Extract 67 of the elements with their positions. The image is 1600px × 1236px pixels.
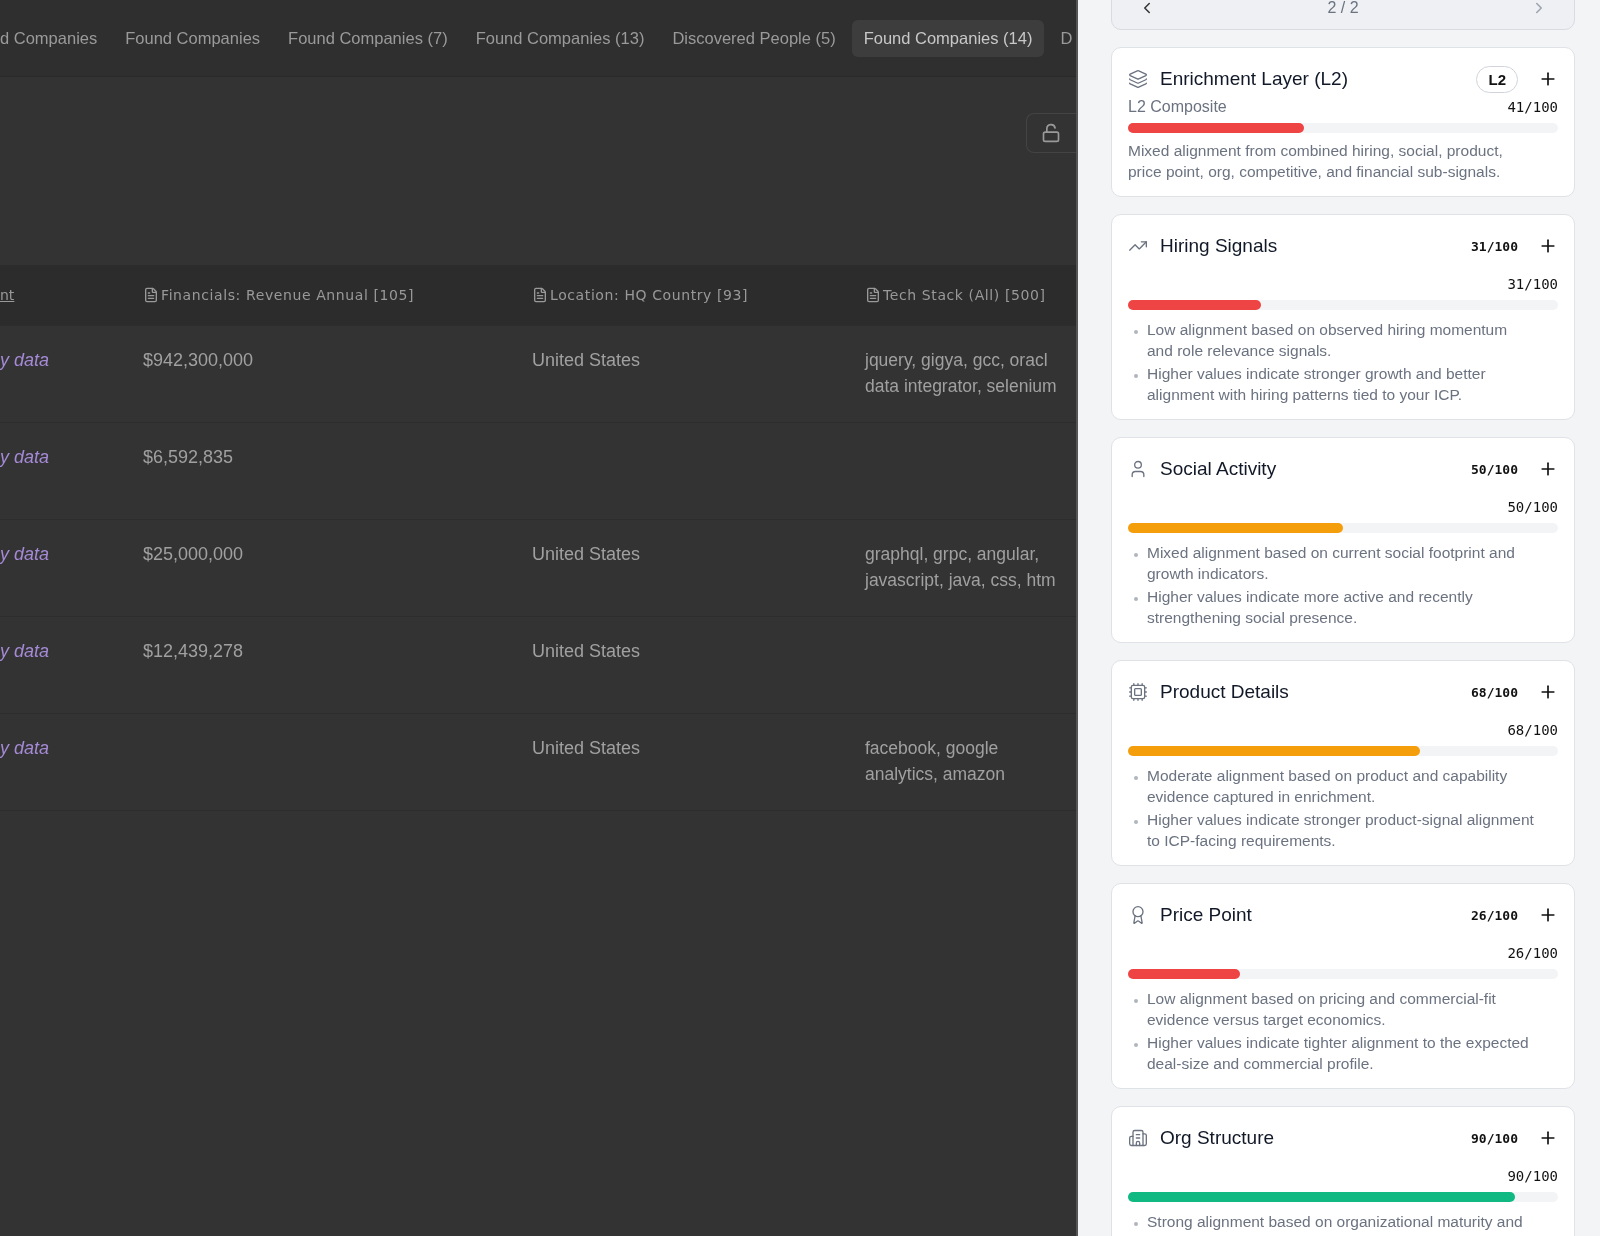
column-header[interactable]: nt — [0, 287, 15, 303]
bullet-icon — [1134, 330, 1138, 334]
bullet-text: Moderate alignment based on product and capability evidence captured in enrichment. — [1147, 766, 1509, 807]
page-indicator: 2 / 2 — [1327, 0, 1359, 17]
document-icon — [865, 287, 881, 303]
score-text: 50/100 — [1507, 499, 1558, 515]
score-text: 26/100 — [1507, 945, 1558, 961]
score-text: 68/100 — [1471, 684, 1518, 700]
tab[interactable]: d Companies — [0, 19, 110, 57]
table-cell: United States — [532, 350, 641, 370]
table-cell-text: graphql, grpc, angular, javascript, java, css, htm — [865, 543, 1056, 592]
tab[interactable]: Found Companies (13) — [463, 19, 657, 57]
table-cell-text: jquery, gigya, gcc, oracl data integrator, selenium — [865, 349, 1057, 398]
bullet-text: Mixed alignment based on current social footprint and growth indicators. — [1147, 543, 1516, 584]
tab[interactable]: Found Companies (7) — [276, 19, 460, 57]
document-icon — [143, 287, 159, 303]
column-header[interactable]: Tech Stack (All) [500] — [883, 287, 1046, 303]
card-title: Price Point — [1160, 904, 1253, 926]
table-cell: United States — [532, 641, 641, 661]
card-title: Hiring Signals — [1160, 235, 1279, 257]
bullet-icon — [1134, 776, 1138, 780]
bullet-text: Higher values indicate stronger growth and better alignment with hiring patterns tied to your ICP. — [1147, 364, 1487, 405]
unlock-icon — [1041, 123, 1061, 143]
table-cell: United States — [532, 738, 641, 758]
bullet-icon — [1134, 374, 1138, 378]
bullet-text: Strong alignment based on organizational maturity and — [1147, 1212, 1523, 1232]
score-text: 26/100 — [1471, 907, 1518, 923]
bullet-icon — [1134, 820, 1138, 824]
bullet-text: Higher values indicate tighter alignment to the expected deal-size and commercial profile. — [1147, 1033, 1530, 1074]
bullet-text: Higher values indicate stronger product-signal alignment to ICP-facing requirements. — [1147, 810, 1535, 851]
bullet-icon — [1134, 553, 1138, 557]
score-text: 90/100 — [1471, 1130, 1518, 1146]
bullet-icon — [1134, 999, 1138, 1003]
tab[interactable]: Discovered People (5) — [660, 19, 848, 57]
bullet-icon — [1134, 1222, 1138, 1226]
tab[interactable]: Found Companies — [113, 19, 273, 57]
bullet-text: Higher values indicate more active and recently strengthening social presence. — [1147, 587, 1474, 628]
bullet-icon — [1134, 597, 1138, 601]
bullet-text: Low alignment based on pricing and commercial-fit evidence versus target economics. — [1147, 989, 1497, 1030]
bullet-text: Low alignment based on observed hiring momentum and role relevance signals. — [1147, 320, 1509, 361]
card-title: Product Details — [1160, 681, 1290, 703]
table-cell: $12,439,278 — [143, 641, 244, 661]
score-text: 41/100 — [1507, 99, 1558, 115]
score-text: 90/100 — [1507, 1168, 1558, 1184]
score-label: L2 Composite — [1128, 98, 1227, 116]
score-text: 31/100 — [1471, 238, 1518, 254]
table-cell: $942,300,000 — [143, 350, 254, 370]
bullet-icon — [1134, 1043, 1138, 1047]
score-text: 68/100 — [1507, 722, 1558, 738]
table-cell-text: facebook, google analytics, amazon — [865, 737, 1006, 786]
document-icon — [532, 287, 548, 303]
card-description: Mixed alignment from combined hiring, social, product, price point, org, competitive, and financial sub-signals. — [1128, 141, 1504, 182]
column-header[interactable]: Financials: Revenue Annual [105] — [161, 287, 415, 303]
score-text: 50/100 — [1471, 461, 1518, 477]
column-header[interactable]: Location: HQ Country [93] — [550, 287, 749, 303]
building-icon — [1128, 1128, 1148, 1148]
layers-icon — [1128, 69, 1148, 89]
tab[interactable]: D — [1048, 19, 1076, 57]
table-cell: $25,000,000 — [143, 544, 244, 564]
card-title: Social Activity — [1160, 458, 1278, 480]
table-cell: $6,592,835 — [143, 447, 234, 467]
card-title: Enrichment Layer (L2) — [1160, 68, 1349, 90]
tab[interactable]: Found Companies (14) — [851, 19, 1045, 57]
table-cell: United States — [532, 544, 641, 564]
score-text: 31/100 — [1507, 276, 1558, 292]
chip-icon — [1128, 682, 1148, 702]
card-title: Org Structure — [1160, 1127, 1276, 1149]
